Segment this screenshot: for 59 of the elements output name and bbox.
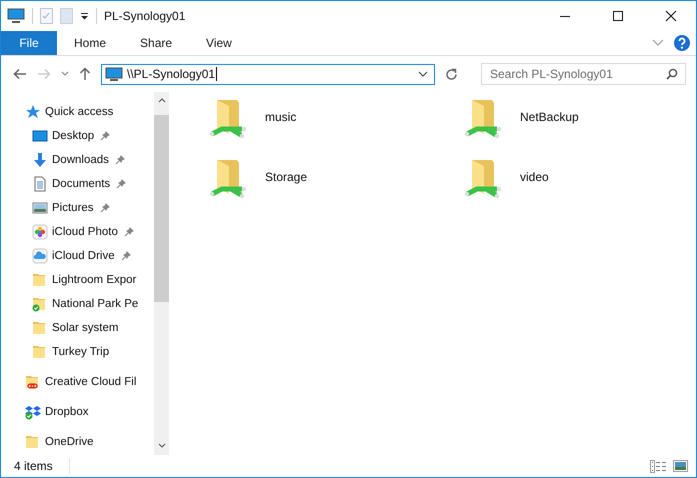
monitor-icon — [32, 128, 48, 144]
sidebar-item[interactable]: Desktop — [1, 124, 154, 148]
search-icon[interactable] — [666, 68, 678, 80]
dropbox-icon — [25, 404, 41, 420]
refresh-icon[interactable] — [445, 68, 458, 80]
pin-icon[interactable] — [124, 227, 134, 237]
up-arrow-icon[interactable] — [79, 67, 91, 81]
network-folder[interactable]: NetBackup — [464, 98, 664, 158]
pin-icon[interactable] — [100, 203, 110, 213]
computer-icon — [105, 66, 123, 82]
window-title: PL-Synology01 — [104, 9, 186, 23]
address-field[interactable]: \\PL-Synology01 — [101, 64, 435, 84]
flower-icon — [32, 224, 48, 240]
sidebar-item[interactable]: Solar system — [1, 316, 154, 340]
scroll-down-icon[interactable] — [158, 443, 166, 448]
sidebar-item[interactable]: iCloud Drive — [1, 244, 154, 268]
network-folder[interactable]: Storage — [209, 158, 464, 218]
scroll-up-icon[interactable] — [158, 98, 166, 103]
history-caret-icon[interactable] — [61, 71, 69, 77]
sidebar-item[interactable]: Dropbox — [1, 400, 154, 424]
cloud-icon — [32, 248, 48, 264]
pin-icon[interactable] — [114, 155, 125, 165]
document-icon — [32, 176, 48, 192]
sidebar-item[interactable]: Quick access — [1, 100, 154, 124]
picture-icon — [32, 200, 48, 216]
folder-icon — [25, 374, 41, 390]
pin-icon[interactable] — [100, 131, 110, 141]
item-count: 4 items — [14, 459, 53, 473]
folder-icon — [32, 344, 48, 360]
folder-icon — [32, 272, 48, 288]
large-icons-view-icon[interactable] — [673, 460, 688, 472]
details-view-icon[interactable] — [650, 460, 667, 472]
sidebar-item[interactable]: iCloud Photo — [1, 220, 154, 244]
folder-icon — [32, 296, 48, 312]
folder-icon — [25, 434, 41, 450]
network-folder[interactable]: music — [209, 98, 464, 158]
sidebar-item[interactable]: Turkey Trip — [1, 340, 154, 364]
sidebar-item[interactable]: Downloads — [1, 148, 154, 172]
scrollbar[interactable] — [154, 92, 169, 455]
chevron-down-icon[interactable] — [418, 71, 428, 77]
file-menu-tab[interactable]: File — [1, 31, 57, 55]
search-field[interactable]: Search PL-Synology01 — [481, 63, 686, 85]
dropdown-icon[interactable] — [80, 12, 89, 20]
pin-icon[interactable] — [116, 179, 126, 189]
sidebar-item[interactable]: National Park Pe — [1, 292, 154, 316]
pin-icon[interactable] — [120, 251, 131, 261]
sidebar-item[interactable]: Lightroom Expor — [1, 268, 154, 292]
star-icon — [25, 104, 41, 120]
network-folder[interactable]: video — [464, 158, 664, 218]
sidebar-item[interactable]: Documents — [1, 172, 154, 196]
computer-icon[interactable] — [7, 8, 25, 24]
help-icon[interactable] — [674, 35, 690, 51]
sidebar-item[interactable]: Creative Cloud Fil — [1, 370, 154, 394]
down-arrow-icon — [32, 152, 48, 168]
sidebar-item[interactable]: OneDrive — [1, 430, 154, 454]
scroll-thumb[interactable] — [154, 115, 169, 302]
sidebar-item[interactable]: Pictures — [1, 196, 154, 220]
folder-icon — [32, 320, 48, 336]
back-arrow-icon[interactable] — [13, 68, 27, 80]
